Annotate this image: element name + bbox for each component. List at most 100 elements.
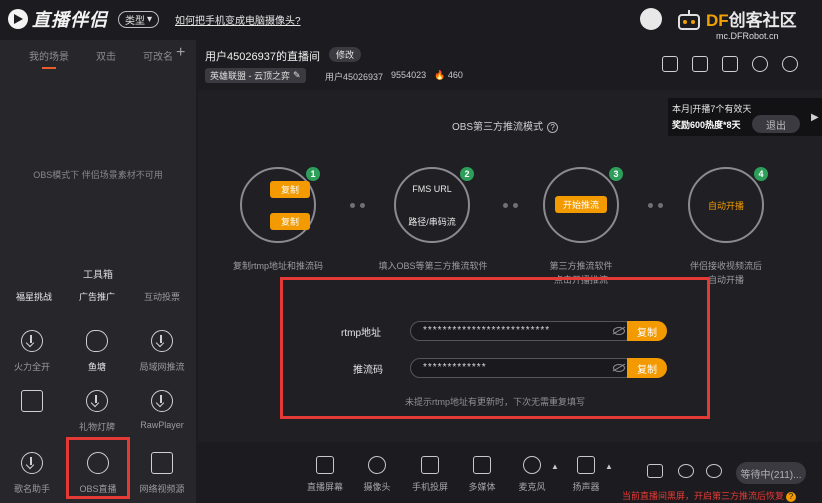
obs-mode-note: OBS模式下 伴侣场景素材不可用 [33,170,163,180]
help-icon[interactable]: ? [786,492,797,502]
download-icon [151,390,173,412]
stream-settings-panel: rtmp地址 ************************** 复制 推流码… [280,277,710,419]
tool-label: 福星挑战 [15,292,52,302]
toolbar-label: 摄像头 [363,482,391,492]
live-screen-button[interactable]: 直播屏幕 [303,456,347,493]
room-title: 用户45026937的直播间 [205,51,320,63]
video-icon[interactable] [647,464,663,478]
tool-label: 广告推广 [78,292,115,302]
speaker-button[interactable]: 扬声器 [564,456,608,493]
tool-label: 礼物灯牌 [78,422,115,432]
promo-line1: 本月|开播7个有效天 [672,104,752,114]
step1-caption: 复制rtmp地址和推流码 [232,261,323,271]
tool-gift[interactable] [0,390,64,440]
eye-icon[interactable] [678,464,694,478]
obs-mode-title: OBS第三方推流模式? [198,118,822,133]
tool-label: 局域网推流 [139,362,185,372]
mic-icon [523,456,541,474]
logo-icon [8,9,28,29]
step2-line1: FMS URL [412,184,452,194]
left-panel: 我的场景 双击 可改名 + OBS模式下 伴侣场景素材不可用 工具箱 福星挑战 … [0,40,196,503]
room-header: 用户45026937的直播间 修改 英雄联盟 - 云顶之弈 ✎ 用户450269… [198,40,822,90]
waiting-button[interactable]: 等待中(211)... [736,462,806,484]
step1-copy-button-2[interactable]: 复制 [270,213,310,230]
tool-fish-pond[interactable]: 鱼塘 [65,330,129,380]
bell-icon[interactable] [752,56,768,72]
help-icon[interactable]: ? [547,122,559,133]
avatar[interactable] [640,8,662,30]
camera-button[interactable]: 摄像头 [355,456,399,493]
rtmp-label: rtmp地址 [341,328,381,339]
auto-live-label: 自动开播 [707,201,744,211]
app-window: 直播伴侣 类型 ▾ 如何把手机变成电脑摄像头? DF创客社区 mc.DFRobo… [0,0,822,503]
microphone-button[interactable]: 麦克风 [510,456,554,493]
download-icon [21,452,43,474]
lock-icon[interactable] [692,56,708,72]
tool-song-assistant[interactable]: 歌名助手 [0,452,64,502]
type-button[interactable]: 类型 ▾ [118,11,160,28]
toolbar-label: 直播屏幕 [306,482,343,492]
tool-label: 歌名助手 [13,484,50,494]
add-scene-button[interactable]: + [176,44,185,62]
settings-panel-icon[interactable] [662,56,678,72]
stream-key-label: 推流码 [353,365,383,376]
black-screen-warning: 当前直播间黑屏，开启第三方推流后恢复? [622,489,797,502]
logo-text: 直播伴侣 [32,10,108,30]
share-icon[interactable] [782,56,798,72]
camera-icon [368,456,386,474]
tool-label: 火力全开 [13,362,50,372]
rtmp-field[interactable]: ************************** [410,321,634,341]
tool-full-firepower[interactable]: 火力全开 [0,330,64,380]
tab-renamable[interactable]: 可改名 [143,48,173,70]
modify-button[interactable]: 修改 [329,47,362,62]
tool-label: RawPlayer [140,420,184,430]
watermark-title: DF创客社区 [706,11,797,30]
screen-icon [316,456,334,474]
gear-icon[interactable] [706,464,722,478]
category-tag[interactable]: 英雄联盟 - 云顶之弈 ✎ [205,68,306,83]
start-push-button[interactable]: 开始推流 [555,196,607,213]
tool-network-video-source[interactable]: 网络视频源 [130,452,194,502]
phone-cast-button[interactable]: 手机投屏 [408,456,452,493]
step-number: 4 [754,167,768,181]
layout-icon[interactable] [722,56,738,72]
step1-copy-button-1[interactable]: 复制 [270,181,310,198]
fish-icon [86,330,108,352]
hide-eye-icon[interactable] [613,327,625,335]
step-start-push: 3 开始推流 [543,167,623,243]
step-number: 2 [460,167,474,181]
stream-key-field[interactable]: ************* [410,358,634,378]
step2-line2: 路径/串码流 [408,217,456,227]
step-connector [350,203,366,209]
phone-cast-icon [421,456,439,474]
gift-icon [21,390,43,412]
active-tab-indicator [42,67,56,69]
hide-eye-icon[interactable] [613,364,625,372]
step2-caption: 填入OBS等第三方推流软件 [378,261,488,271]
step-connector [503,203,519,209]
multimedia-button[interactable]: 多媒体 [460,456,504,493]
tool-gift-light-board[interactable]: 礼物灯牌 [65,390,129,440]
chevron-up-icon[interactable]: ▲ [605,462,613,471]
robot-icon [678,10,700,30]
account-area [640,8,662,30]
step-connector [648,203,664,209]
toolbox-title: 工具箱 [83,270,113,281]
tool-rawplayer[interactable]: RawPlayer [130,390,194,440]
chevron-up-icon[interactable]: ▲ [551,462,559,471]
copy-key-button[interactable]: 复制 [627,358,667,378]
stream-key-value: ************* [423,362,487,373]
howto-link[interactable]: 如何把手机变成电脑摄像头? [175,12,301,27]
copy-rtmp-button[interactable]: 复制 [627,321,667,341]
scene-tabs: 我的场景 双击 可改名 [0,48,196,70]
highlight-box [66,437,130,499]
step-fill: 2 FMS URL 路径/串码流 [394,167,474,243]
main-panel: 用户45026937的直播间 修改 英雄联盟 - 云顶之弈 ✎ 用户450269… [198,40,822,503]
rtmp-value: ************************** [423,325,551,336]
speaker-icon [577,456,595,474]
tool-lan-stream[interactable]: 局域网推流 [130,330,194,380]
tool-label: 鱼塘 [87,362,106,372]
tab-double-click[interactable]: 双击 [96,48,116,70]
download-icon [86,390,108,412]
step-auto-live: 4 自动开播 [688,167,768,243]
